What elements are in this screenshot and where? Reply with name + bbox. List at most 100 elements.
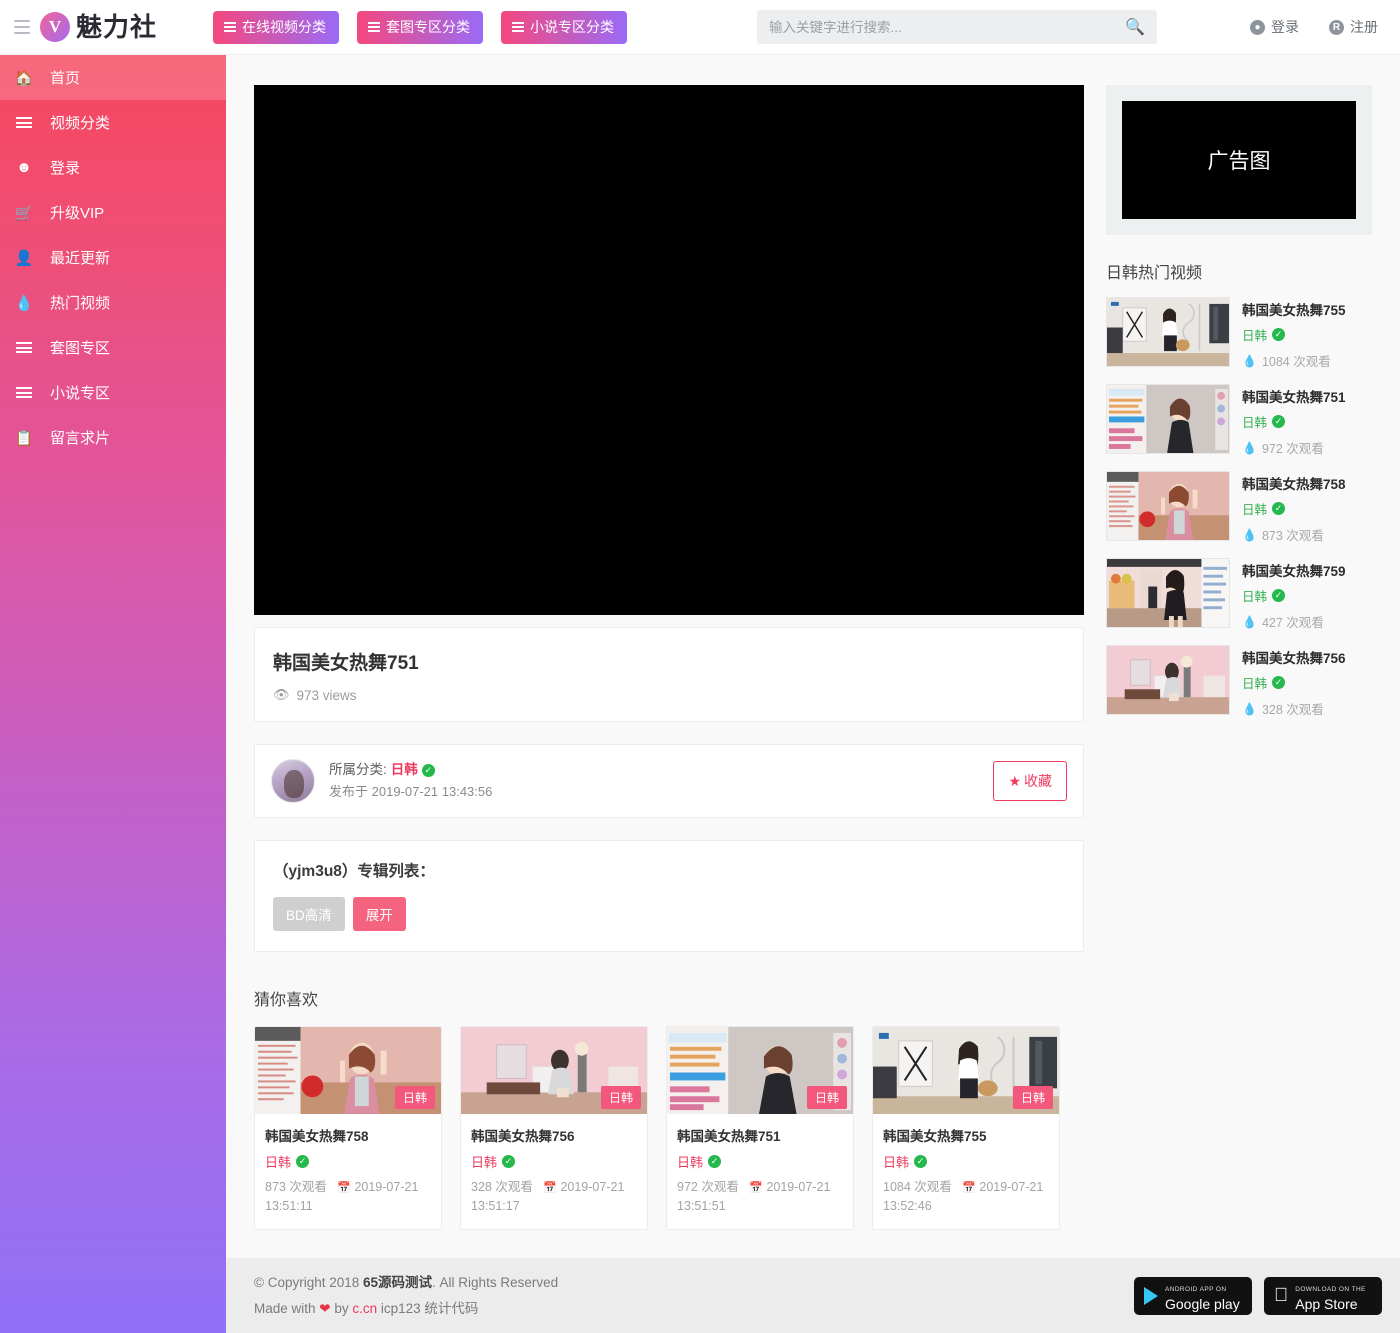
nav-button-label: 套图专区分类 [386, 18, 471, 35]
nav-button-label: 在线视频分类 [242, 18, 327, 35]
list-item-views: 💧 873 次观看 [1242, 525, 1346, 544]
list-item-meta: 873 次观看 📅 2019-07-21 13:51:11 [265, 1178, 431, 1217]
list-item-title: 韩国美女热舞756 [1242, 651, 1346, 666]
search-input[interactable] [769, 19, 1126, 35]
thumbnail: 日韩 [873, 1027, 1059, 1115]
nav-button-photoset-categories[interactable]: 套图专区分类 [357, 10, 484, 44]
recommendations-heading: 猜你喜欢 [254, 992, 319, 1009]
sidebar-item-login[interactable]: ☻ 登录 [0, 145, 226, 190]
home-icon: 🏠 [14, 69, 34, 87]
avatar [271, 759, 315, 803]
search-icon[interactable]: 🔍 [1125, 17, 1145, 37]
sidebar-item-hot-videos[interactable]: 💧 热门视频 [0, 280, 226, 325]
list-item-views-label: 1084 次观看 [1261, 355, 1331, 369]
list-item-body: 韩国美女热舞759 日韩 ✓ 💧 427 次观看 [1242, 558, 1346, 631]
list-item[interactable]: 韩国美女热舞758 日韩 ✓ 💧 873 次观看 [1106, 471, 1372, 544]
verified-check-icon: ✓ [1272, 589, 1286, 602]
list-item-body: 韩国美女热舞755 日韩 ✓ 💧 1084 次观看 [1242, 297, 1346, 370]
list-item[interactable]: 韩国美女热舞759 日韩 ✓ 💧 427 次观看 [1106, 558, 1372, 631]
sidebar-item-label: 登录 [50, 160, 81, 177]
sidebar-item-novel-zone[interactable]: 小说专区 [0, 370, 226, 415]
list-item[interactable]: 韩国美女热舞755 日韩 ✓ 💧 1084 次观看 [1106, 297, 1372, 370]
thumbnail [1106, 297, 1230, 367]
thumbnail [1106, 558, 1230, 628]
right-column: 广告图 日韩热门视频 韩国美女热舞755 日韩 ✓ 💧 1084 次观看 韩国美… [1106, 85, 1372, 718]
list-item-category: 日韩 ✓ [677, 1152, 843, 1171]
calendar-icon: 📅 [962, 1182, 976, 1194]
list-icon [14, 387, 34, 398]
published-value: 2019-07-21 13:43:56 [371, 784, 493, 800]
list-item-category: 日韩 ✓ [1242, 499, 1346, 518]
flame-icon: 💧 [1242, 701, 1257, 716]
list-item[interactable]: 日韩 韩国美女热舞755 日韩 ✓ 1084 次观看 📅 2019-07-21 … [872, 1026, 1060, 1230]
footer-link[interactable]: c.cn [352, 1301, 377, 1316]
list-item[interactable]: 韩国美女热舞751 日韩 ✓ 💧 972 次观看 [1106, 384, 1372, 457]
thumbnail [1106, 471, 1230, 541]
google-play-button[interactable]: ANDROID APP ON Google play [1134, 1276, 1252, 1315]
nav-button-video-categories[interactable]: 在线视频分类 [213, 10, 340, 44]
quality-chip-bd[interactable]: BD高清 [273, 897, 345, 931]
register-link[interactable]: R 注册 [1329, 17, 1378, 37]
list-item-body: 韩国美女热舞758 日韩 ✓ 💧 873 次观看 [1242, 471, 1346, 544]
sidebar-item-photoset-zone[interactable]: 套图专区 [0, 325, 226, 370]
video-player[interactable] [254, 85, 1084, 615]
list-item-views-label: 972 次观看 [1261, 442, 1324, 456]
top-nav-buttons: 在线视频分类 套图专区分类 小说专区分类 [213, 10, 628, 44]
thumbnail: 日韩 [667, 1027, 853, 1115]
footer-copyright-pre: © Copyright 2018 [254, 1274, 364, 1290]
list-item[interactable]: 日韩 韩国美女热舞751 日韩 ✓ 972 次观看 📅 2019-07-21 1… [666, 1026, 854, 1230]
list-icon [368, 21, 381, 32]
star-icon: ★ [1008, 772, 1021, 789]
sidebar-item-recent-updates[interactable]: 👤 最近更新 [0, 235, 226, 280]
album-list-title: （yjm3u8）专辑列表： [273, 863, 435, 880]
sidebar-item-upgrade-vip[interactable]: 🛒 升级VIP [0, 190, 226, 235]
site-logo[interactable]: V 魅力社 [40, 12, 157, 42]
flame-icon: 💧 [1242, 440, 1257, 455]
hamburger-icon[interactable] [14, 20, 30, 34]
sidebar-item-home[interactable]: 🏠 首页 [0, 55, 226, 100]
sidebar-item-label: 最近更新 [50, 250, 111, 267]
nav-button-novel-categories[interactable]: 小说专区分类 [501, 10, 628, 44]
list-item-category-label: 日韩 [1242, 416, 1268, 430]
thumbnail [1106, 645, 1230, 715]
category-value[interactable]: 日韩 [391, 759, 418, 781]
list-item-category: 日韩 ✓ [1242, 673, 1346, 692]
list-item[interactable]: 日韩 韩国美女热舞758 日韩 ✓ 873 次观看 📅 2019-07-21 1… [254, 1026, 442, 1230]
list-item[interactable]: 韩国美女热舞756 日韩 ✓ 💧 328 次观看 [1106, 645, 1372, 718]
app-store-button[interactable]:  Download on the App Store [1264, 1276, 1382, 1315]
list-item-category: 日韩 ✓ [1242, 586, 1346, 605]
clipboard-icon: 📋 [14, 429, 34, 447]
verified-check-icon: ✓ [502, 1155, 516, 1168]
google-play-main: Google play [1165, 1295, 1240, 1312]
published-label: 发布于 [329, 784, 369, 800]
category-line: 所属分类: 日韩 ✓ [329, 759, 492, 781]
logo-badge-icon: V [40, 12, 70, 42]
sidebar-item-message-request[interactable]: 📋 留言求片 [0, 415, 226, 460]
register-icon: R [1329, 19, 1344, 35]
sidebar-item-label: 小说专区 [50, 385, 111, 402]
calendar-icon: 📅 [543, 1182, 557, 1194]
category-badge: 日韩 [394, 1086, 435, 1109]
list-item-category: 日韩 ✓ [1242, 325, 1346, 344]
list-item-views: 1084 次观看 [883, 1180, 952, 1194]
list-icon [14, 342, 34, 353]
verified-check-icon: ✓ [1272, 328, 1286, 341]
list-item-title: 韩国美女热舞758 [1242, 477, 1346, 492]
login-link[interactable]: ● 登录 [1250, 17, 1299, 37]
list-item-views: 💧 328 次观看 [1242, 699, 1346, 718]
list-item[interactable]: 日韩 韩国美女热舞756 日韩 ✓ 328 次观看 📅 2019-07-21 1… [460, 1026, 648, 1230]
search-box[interactable]: 🔍 [757, 10, 1158, 44]
list-item-body: 韩国美女热舞751 日韩 ✓ 972 次观看 📅 2019-07-21 13:5… [667, 1115, 853, 1229]
list-item-meta: 972 次观看 📅 2019-07-21 13:51:51 [677, 1178, 843, 1217]
list-item-title: 韩国美女热舞755 [1242, 303, 1346, 318]
list-item-title: 韩国美女热舞751 [1242, 390, 1346, 405]
advertisement-box[interactable]: 广告图 [1106, 85, 1372, 235]
expand-chip[interactable]: 展开 [352, 897, 406, 931]
sidebar-item-label: 热门视频 [50, 295, 111, 312]
left-sidebar: 🏠 首页 视频分类 ☻ 登录 🛒 升级VIP 👤 最近更新 💧 热门视频 套图专… [0, 55, 226, 1333]
list-item-views: 💧 1084 次观看 [1242, 351, 1346, 370]
sidebar-item-video-categories[interactable]: 视频分类 [0, 100, 226, 145]
auth-links: ● 登录 R 注册 [1250, 17, 1378, 37]
favorite-button[interactable]: ★ 收藏 [993, 761, 1067, 801]
verified-check-icon: ✓ [296, 1155, 310, 1168]
